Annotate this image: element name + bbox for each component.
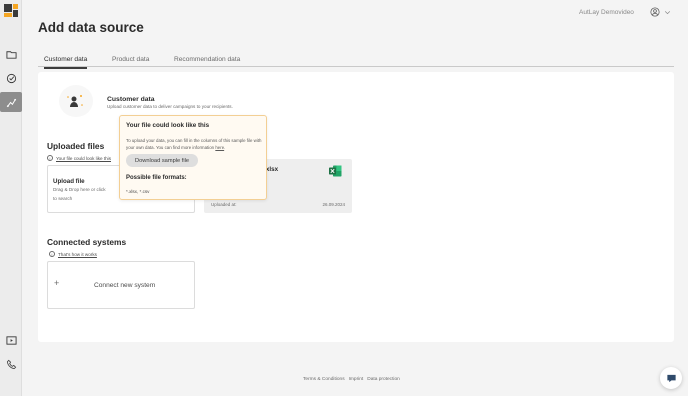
- file-uploaded-date: 26.09.2024: [322, 202, 345, 207]
- tooltip-body: To upload your data, you can fill in the…: [126, 137, 264, 151]
- chat-button[interactable]: [660, 367, 682, 389]
- autlay-logo[interactable]: [4, 4, 18, 17]
- sample-file-tooltip: Your file could look like this To upload…: [119, 115, 267, 200]
- folder-icon[interactable]: [3, 46, 19, 62]
- chat-bubble-icon: [666, 374, 676, 382]
- footer-data-protection-link[interactable]: Data protection: [367, 377, 400, 382]
- sample-file-link-text: Your file could look like this: [56, 155, 111, 161]
- route-icon[interactable]: [0, 92, 22, 112]
- customer-data-title: Customer data: [107, 96, 155, 103]
- plus-icon: +: [54, 278, 60, 288]
- how-it-works-link-text: That's how it works: [58, 251, 97, 257]
- customer-illustration: [59, 85, 93, 117]
- tab-product-data[interactable]: Product data: [112, 56, 149, 67]
- account-menu[interactable]: [650, 7, 671, 17]
- info-icon: i: [47, 155, 53, 161]
- connect-new-system-label: Connect new system: [94, 282, 156, 289]
- video-play-icon[interactable]: [3, 332, 19, 348]
- page-title: Add data source: [38, 20, 144, 35]
- excel-icon: [329, 165, 342, 177]
- phone-icon[interactable]: [3, 356, 19, 372]
- file-formats-list: *.xlsx, *.csv: [126, 189, 150, 194]
- uploaded-files-title: Uploaded files: [47, 141, 105, 151]
- info-icon: i: [49, 251, 55, 257]
- footer-imprint-link[interactable]: Imprint: [349, 377, 364, 382]
- connect-new-system-button[interactable]: + Connect new system: [47, 261, 195, 309]
- file-uploaded-label: Uploaded at:: [211, 202, 237, 207]
- sidebar: [0, 0, 22, 396]
- footer-links: Terms & Conditions Imprint Data protecti…: [303, 377, 400, 382]
- user-name: AutLay Demovideo: [579, 9, 634, 16]
- tooltip-body-suffix: .: [224, 145, 226, 150]
- download-sample-file-button[interactable]: Download sample file: [126, 154, 198, 167]
- file-formats-title: Possible file formats:: [126, 175, 187, 181]
- sample-file-info-link[interactable]: i Your file could look like this: [47, 155, 111, 161]
- customer-data-description: Upload customer data to deliver campaign…: [107, 104, 233, 109]
- connected-systems-title: Connected systems: [47, 237, 127, 247]
- footer-terms-link[interactable]: Terms & Conditions: [303, 377, 345, 382]
- upload-file-title: Upload file: [53, 178, 85, 185]
- badge-icon[interactable]: [3, 70, 19, 86]
- tooltip-more-info-link[interactable]: here: [215, 145, 224, 150]
- upload-file-hint: Drag & Drop here or click to search: [53, 187, 106, 201]
- tab-recommendation-data[interactable]: Recommendation data: [174, 56, 240, 67]
- tab-bar: Customer data Product data Recommendatio…: [38, 52, 674, 69]
- tab-customer-data[interactable]: Customer data: [44, 56, 88, 69]
- tooltip-body-text: To upload your data, you can fill in the…: [126, 138, 262, 150]
- account-circle-icon: [650, 7, 660, 17]
- tooltip-title: Your file could look like this: [126, 122, 210, 129]
- chevron-down-icon: [664, 10, 671, 14]
- how-it-works-link[interactable]: i That's how it works: [49, 251, 97, 257]
